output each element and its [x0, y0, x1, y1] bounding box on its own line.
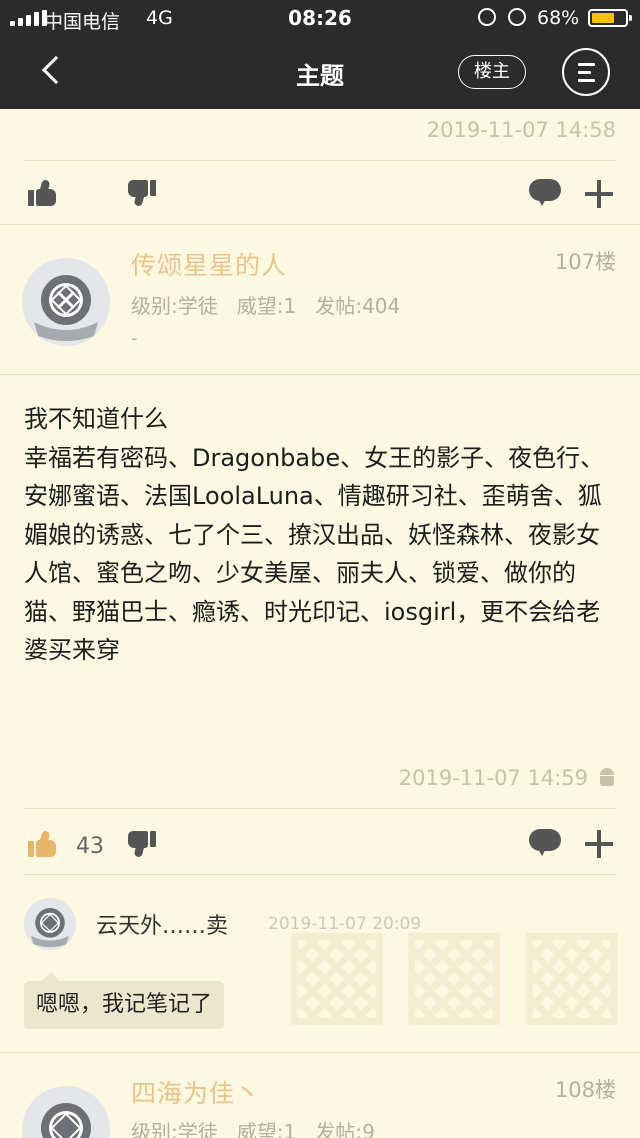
thumbs-up-icon[interactable] [28, 830, 56, 857]
post-time: 2019-11-07 14:59 [398, 766, 588, 790]
floor-number: 108楼 [554, 1078, 616, 1102]
divider [24, 160, 616, 161]
reply-text: 嗯嗯，我记笔记了 [24, 972, 225, 1029]
thumbs-down-icon[interactable] [128, 180, 156, 207]
post-body: 我不知道什么 幸福若有密码、Dragonbabe、女王的影子、夜色行、安娜蜜语、… [24, 405, 605, 664]
rotation-lock-icon [478, 8, 496, 26]
comment-icon[interactable] [529, 179, 561, 207]
avatar[interactable] [22, 1086, 110, 1138]
reply-time: 2019-11-07 20:09 [268, 914, 422, 934]
post-username[interactable]: 传颂星星的人 [131, 246, 287, 282]
like-count: 43 [76, 834, 104, 859]
status-bar: 中国电信 4G 08:26 68% [0, 0, 640, 36]
post-username[interactable]: 四海为佳丶 [131, 1074, 261, 1110]
divider [24, 808, 616, 809]
user-meta: 级别:学徒 威望:1 发帖:9 [131, 1120, 375, 1138]
plus-icon[interactable] [585, 830, 613, 858]
comment-icon[interactable] [529, 829, 561, 857]
user-signature: - [131, 328, 138, 349]
reply-avatar[interactable] [24, 898, 76, 950]
thumbs-down-icon[interactable] [128, 831, 156, 858]
android-icon [598, 768, 616, 786]
battery-icon [588, 9, 632, 27]
alarm-icon [508, 8, 526, 26]
avatar[interactable] [22, 258, 110, 346]
battery-percent: 68% [537, 7, 580, 29]
op-only-button[interactable]: 楼主 [458, 55, 526, 89]
divider [0, 1052, 640, 1053]
page-title: 主题 [296, 62, 344, 90]
menu-icon[interactable] [562, 48, 610, 96]
plus-icon[interactable] [585, 180, 613, 208]
floor-number: 107楼 [554, 250, 616, 274]
nav-bar: 主题 楼主 [0, 36, 640, 109]
divider [0, 374, 640, 375]
thumbs-up-icon[interactable] [28, 179, 56, 206]
prev-post-time: 2019-11-07 14:58 [426, 118, 616, 142]
divider [0, 224, 640, 225]
reply-username[interactable]: 云天外……卖 [96, 908, 228, 940]
divider [24, 874, 616, 875]
user-meta: 级别:学徒 威望:1 发帖:404 [131, 294, 401, 318]
